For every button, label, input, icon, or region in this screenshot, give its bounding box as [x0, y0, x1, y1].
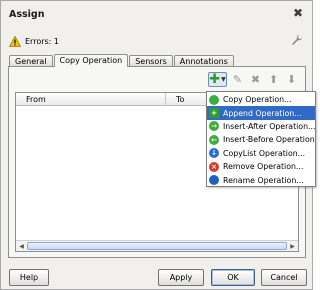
chevron-down-icon: ▼: [221, 76, 226, 83]
errors-label: Errors: 1: [25, 36, 59, 46]
menu-item-insert-after-operation[interactable]: → Insert-After Operation...: [207, 120, 315, 133]
dialog-title: Assign: [9, 9, 45, 20]
ok-button[interactable]: OK: [211, 269, 255, 286]
delete-icon[interactable]: ✖: [248, 72, 263, 87]
ok-button-label: OK: [227, 273, 239, 282]
menu-item-insert-before-operation[interactable]: ← Insert-Before Operation...: [207, 133, 315, 146]
help-button[interactable]: Help: [9, 269, 49, 286]
help-button-label: Help: [19, 273, 39, 282]
tab-copy-operation[interactable]: Copy Operation: [53, 54, 129, 67]
menu-item-label: CopyList Operation...: [223, 148, 306, 158]
assign-dialog: Assign ✖ Errors: 1 General Copy Operatio…: [0, 0, 316, 290]
scroll-right-icon[interactable]: ▶: [287, 241, 298, 251]
menu-item-append-operation[interactable]: + Append Operation...: [207, 106, 315, 120]
menu-item-label: Insert-Before Operation...: [223, 135, 315, 145]
menu-item-copylist-operation[interactable]: ↓ CopyList Operation...: [207, 147, 315, 160]
insert-after-icon: →: [209, 121, 219, 132]
append-operation-icon: +: [209, 108, 219, 119]
menu-item-label: Append Operation...: [223, 108, 302, 118]
menu-item-label: Rename Operation...: [223, 175, 304, 185]
copy-operation-icon: [209, 94, 219, 105]
scrollbar-thumb[interactable]: [27, 242, 287, 250]
apply-button-label: Apply: [169, 273, 193, 282]
menu-item-rename-operation[interactable]: Rename Operation...: [207, 173, 315, 186]
horizontal-scrollbar[interactable]: ◀ ▶: [16, 240, 298, 251]
insert-before-icon: ←: [209, 134, 219, 145]
move-down-icon[interactable]: ⬇: [284, 72, 299, 87]
add-operation-button[interactable]: ✚ ▼: [208, 72, 227, 87]
edit-icon[interactable]: ✎: [230, 72, 245, 87]
rename-operation-icon: [209, 175, 219, 186]
cancel-button[interactable]: Cancel: [261, 269, 307, 286]
add-operation-menu: Copy Operation... + Append Operation... …: [206, 91, 316, 187]
add-icon: ✚: [209, 72, 221, 87]
move-up-icon[interactable]: ⬆: [266, 72, 281, 87]
remove-operation-icon: ×: [209, 161, 219, 172]
copylist-operation-icon: ↓: [209, 148, 219, 159]
menu-item-label: Copy Operation...: [223, 95, 292, 105]
column-header-from[interactable]: From: [16, 93, 166, 105]
operations-toolbar: ✚ ▼ ✎ ✖ ⬆ ⬇: [208, 72, 299, 87]
wrench-icon[interactable]: [291, 34, 303, 46]
errors-indicator: Errors: 1: [9, 34, 59, 48]
apply-button[interactable]: Apply: [158, 269, 204, 286]
menu-item-label: Insert-After Operation...: [223, 121, 315, 131]
warning-icon: [9, 35, 21, 47]
close-icon[interactable]: ✖: [292, 7, 304, 19]
scrollbar-track[interactable]: [27, 242, 287, 250]
scroll-left-icon[interactable]: ◀: [16, 241, 27, 251]
menu-item-remove-operation[interactable]: × Remove Operation...: [207, 160, 315, 173]
menu-item-copy-operation[interactable]: Copy Operation...: [207, 93, 315, 106]
cancel-button-label: Cancel: [270, 273, 298, 282]
menu-item-label: Remove Operation...: [223, 162, 304, 172]
